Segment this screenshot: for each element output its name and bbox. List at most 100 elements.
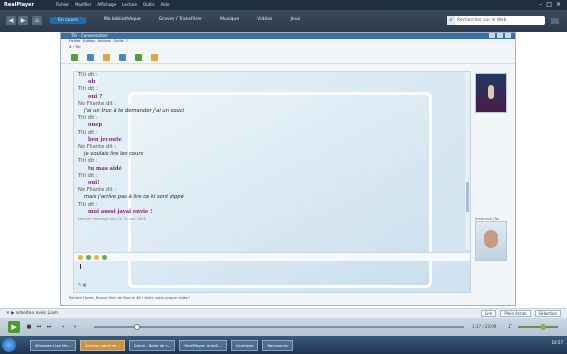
font-icon[interactable] <box>102 254 107 260</box>
msn-maximize-icon[interactable] <box>497 33 503 38</box>
msn-close-icon[interactable] <box>505 33 511 38</box>
chat-message: je voulais lire les cours <box>84 151 144 158</box>
menu-item-edit[interactable]: Modifier <box>75 2 91 7</box>
call-icon[interactable] <box>119 53 126 61</box>
player-title-bar: RealPlayer Fichier Modifier Affichage Le… <box>0 0 567 10</box>
tab-videos[interactable]: Vidéos <box>257 17 272 24</box>
window-controls: – □ × <box>539 1 561 8</box>
menu-item-file[interactable]: Fichier <box>56 2 69 7</box>
scrollbar-thumb[interactable] <box>466 182 469 212</box>
playback-controls: ▶ ■ ⏮ ⏭ « » 1:37 / 23:09 ♪ <box>0 318 567 336</box>
seek-bar[interactable] <box>94 324 464 330</box>
chat-speaker: Titi dit : <box>78 201 98 208</box>
volume-slider[interactable] <box>518 324 558 330</box>
taskbar-item[interactable]: Raccourcis <box>262 340 293 351</box>
search-input[interactable]: ⌕ Rechercher sur le Web <box>447 16 545 25</box>
taskbar-item[interactable]: Camtasia <box>230 340 259 351</box>
close-icon[interactable]: × <box>556 1 561 8</box>
view-option-selection[interactable]: Sélection <box>534 310 561 317</box>
msn-menu-actions[interactable]: Actions <box>98 39 111 43</box>
msn-toolbar <box>61 51 515 64</box>
msn-recipient: À : Titi <box>69 45 81 49</box>
msn-window-controls <box>489 33 511 38</box>
volume-knob[interactable] <box>540 324 546 330</box>
volume-icon[interactable]: ♪ <box>508 323 512 330</box>
menu-item-view[interactable]: Affichage <box>97 2 116 7</box>
seek-knob[interactable] <box>134 324 140 330</box>
taskbar-item[interactable]: Scribus point de... <box>80 340 125 351</box>
msn-minimize-icon[interactable] <box>489 33 495 38</box>
chat-message: j'ai un truc à te demander j'ai un souci <box>84 108 185 115</box>
search-icon[interactable]: ⌕ <box>447 16 455 25</box>
settings-icon[interactable] <box>551 18 559 24</box>
msn-menu-edit[interactable]: Edition <box>83 39 95 43</box>
app-logo: RealPlayer <box>4 2 35 8</box>
chat-speaker: No Fliante dit : <box>78 144 117 151</box>
emoticon-icon[interactable] <box>78 254 83 260</box>
view-option-play[interactable]: Lire <box>481 310 497 317</box>
wink-icon[interactable] <box>86 254 91 260</box>
msn-menu-tools[interactable]: Outils <box>113 39 123 43</box>
chat-message: ben jecoute <box>88 136 122 143</box>
view-options: Lire Plein écran Sélection <box>481 310 561 317</box>
invite-icon[interactable] <box>71 53 78 61</box>
msn-menu-file[interactable]: Fichier <box>69 39 81 43</box>
tab-now-playing[interactable]: En cours <box>50 17 86 24</box>
taskbar-item[interactable]: Gmail - Boîte de r... <box>128 340 176 351</box>
activities-icon[interactable] <box>135 53 142 61</box>
tab-library[interactable]: Ma bibliothèque <box>104 17 141 24</box>
chat-speaker: Titi dit : <box>78 72 98 78</box>
conversation-pane: Titi dit : oh Titi dit : oui ? No Fliant… <box>73 71 471 293</box>
input-mode-icons[interactable]: ✎ ▦ <box>78 282 86 287</box>
format-toolbar <box>74 252 470 261</box>
back-icon[interactable]: ◀ <box>6 16 16 25</box>
nudge-icon[interactable] <box>94 254 99 260</box>
person-icon <box>484 230 498 248</box>
next-icon[interactable]: ⏭ <box>46 324 52 330</box>
contact-avatar[interactable] <box>475 73 507 113</box>
own-avatar[interactable] <box>475 221 507 261</box>
menu-item-play[interactable]: Lecture <box>122 2 137 7</box>
menu-item-tools[interactable]: Outils <box>143 2 155 7</box>
chat-message: oh <box>88 79 96 86</box>
fastforward-icon[interactable]: » <box>72 324 78 330</box>
msn-title: Titi - Conversation <box>71 33 108 38</box>
webcam-icon[interactable] <box>103 53 110 61</box>
forward-icon[interactable]: ▶ <box>18 16 28 25</box>
menu-item-help[interactable]: Aide <box>161 2 170 7</box>
tab-games[interactable]: Jeux <box>290 17 300 24</box>
view-option-fullscreen[interactable]: Plein écran <box>500 310 531 317</box>
taskbar-item[interactable]: Windows Live Me... <box>30 340 77 351</box>
chat-message: mais j'arrive pas à lire ce ki sont zipp… <box>84 194 184 201</box>
chat-history: Titi dit : oh Titi dit : oui ? No Fliant… <box>78 72 466 250</box>
send-file-icon[interactable] <box>87 53 94 61</box>
text-cursor <box>80 264 81 269</box>
msn-menu-help[interactable]: ? <box>126 39 128 43</box>
home-icon[interactable]: ⌂ <box>32 16 42 25</box>
start-button[interactable] <box>2 338 16 352</box>
minimize-icon[interactable]: – <box>539 1 542 8</box>
now-playing-title: ✕ ▶ arbeiten avec Liam <box>6 311 59 316</box>
stop-icon[interactable]: ■ <box>26 324 32 330</box>
msn-conversation-window: Titi - Conversation Fichier Edition Acti… <box>60 32 516 306</box>
chat-scrollbar[interactable] <box>465 72 470 250</box>
menu-bar: Fichier Modifier Affichage Lecture Outil… <box>56 2 169 7</box>
chat-speaker: No Fliante dit : <box>78 100 117 107</box>
tab-burn[interactable]: Graver / Transférer <box>159 17 202 24</box>
chat-message: oui! <box>88 180 100 187</box>
play-button[interactable]: ▶ <box>8 321 20 333</box>
chat-speaker: Titi dit : <box>78 115 98 122</box>
search-placeholder: Rechercher sur le Web <box>457 18 507 23</box>
chat-speaker: Titi dit : <box>78 158 98 165</box>
windows-taskbar: Windows Live Me... Scribus point de... G… <box>0 336 567 354</box>
msn-status-line: Pensée Haute, Bonne Rien de Bonne 46 ! V… <box>69 296 191 300</box>
last-message-info: Dernier message reçu le 10 mai 2008 <box>78 217 146 222</box>
rewind-icon[interactable]: « <box>60 324 66 330</box>
taskbar-item[interactable]: RealPlayer: arbeit... <box>179 340 227 351</box>
msn-title-bar: Titi - Conversation <box>61 33 515 39</box>
previous-icon[interactable]: ⏮ <box>36 324 42 330</box>
games-icon[interactable] <box>151 53 158 61</box>
maximize-icon[interactable]: □ <box>546 1 552 8</box>
tab-music[interactable]: Musique <box>220 17 239 24</box>
taskbar-items: Windows Live Me... Scribus point de... G… <box>30 340 293 351</box>
